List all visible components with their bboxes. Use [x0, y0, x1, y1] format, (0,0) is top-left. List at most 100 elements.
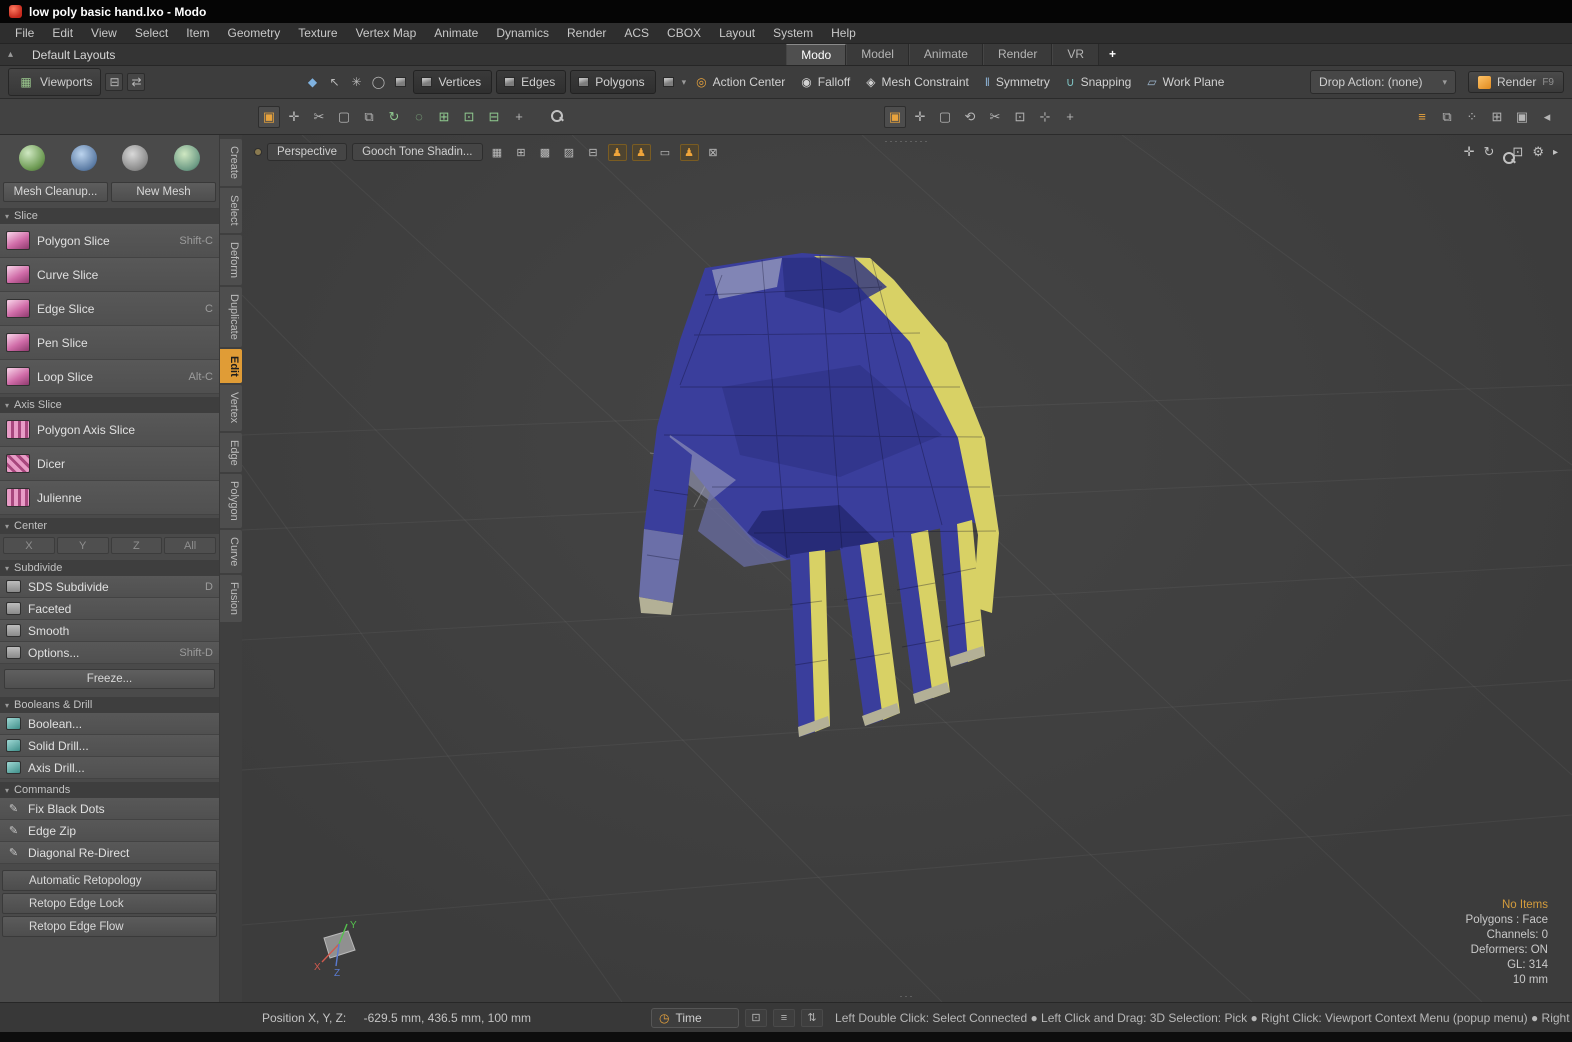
paint-select-icon[interactable]: ✳: [347, 73, 365, 91]
move-tool-icon[interactable]: ✛: [283, 106, 305, 128]
element-move-tool-icon[interactable]: [12, 139, 52, 177]
menu-cbox[interactable]: CBOX: [658, 24, 710, 42]
ghost-mode-icon[interactable]: ▣: [258, 105, 280, 128]
expand-arrow-icon[interactable]: ▸: [1553, 147, 1558, 158]
show-items-icon[interactable]: ♟: [607, 143, 627, 161]
tool-axis-drill[interactable]: Axis Drill...: [0, 757, 219, 779]
item-select-icon[interactable]: [660, 73, 678, 91]
tab-duplicate[interactable]: Duplicate: [220, 286, 242, 347]
viewport-splitter-handle-bottom[interactable]: ···: [900, 991, 915, 1001]
menu-layout[interactable]: Layout: [710, 24, 764, 42]
add-tool-icon[interactable]: +: [508, 106, 530, 128]
mode-dropdown-icon[interactable]: ▾: [682, 77, 687, 88]
tab-curve[interactable]: Curve: [220, 529, 242, 574]
work-plane-button[interactable]: ▱ Work Plane: [1141, 71, 1230, 93]
cut-tool-2-icon[interactable]: ✂: [984, 106, 1006, 128]
target-tool-icon[interactable]: ⊹: [1034, 106, 1056, 128]
zoom-region-icon[interactable]: [546, 106, 568, 128]
menu-animate[interactable]: Animate: [425, 24, 487, 42]
mesh-cleanup-button[interactable]: Mesh Cleanup...: [3, 182, 108, 202]
tool-subdivide-options[interactable]: Options... Shift-D: [0, 642, 219, 664]
center-all-button[interactable]: All: [164, 537, 216, 554]
frame-tool-icon[interactable]: ▢: [934, 106, 956, 128]
sculpt-tool-icon[interactable]: [115, 139, 155, 177]
expand-select-icon[interactable]: ⊞: [433, 106, 455, 128]
cube-mode-icon[interactable]: [391, 73, 409, 91]
tool-edge-zip[interactable]: ✎ Edge Zip: [0, 820, 219, 842]
lasso-select-icon[interactable]: ◯: [369, 73, 387, 91]
menu-vertex-map[interactable]: Vertex Map: [347, 24, 426, 42]
item-list-icon[interactable]: ≡: [1411, 106, 1433, 128]
tool-polygon-axis-slice[interactable]: Polygon Axis Slice: [0, 413, 219, 447]
tab-polygon[interactable]: Polygon: [220, 474, 242, 528]
tool-julienne[interactable]: Julienne: [0, 481, 219, 515]
menu-dynamics[interactable]: Dynamics: [487, 24, 558, 42]
timeline-expand-icon[interactable]: ⇅: [801, 1008, 824, 1027]
layout-tab-modo[interactable]: Modo: [786, 44, 847, 65]
rotate-tool-icon[interactable]: ⟲: [959, 106, 981, 128]
layout-tab-vr[interactable]: VR: [1052, 44, 1099, 65]
hide-none-icon[interactable]: ⊠: [704, 144, 723, 161]
time-button[interactable]: ◷ Time: [651, 1007, 740, 1028]
tab-deform[interactable]: Deform: [220, 234, 242, 285]
vertices-mode-button[interactable]: Vertices: [413, 70, 493, 94]
transform-tool-icon[interactable]: [64, 139, 104, 177]
dither-icon[interactable]: ▦: [488, 144, 507, 161]
grid-toggle-icon[interactable]: ⊞: [512, 144, 531, 161]
shading-mode-button[interactable]: Gooch Tone Shadin...: [352, 143, 483, 161]
shadow-toggle-icon[interactable]: ▨: [560, 144, 579, 161]
center-x-button[interactable]: X: [3, 537, 55, 554]
swap-view-icon[interactable]: ⇄: [127, 73, 146, 91]
viewport-menu-dot-icon[interactable]: [254, 148, 262, 156]
freeze-button[interactable]: Freeze...: [4, 669, 215, 689]
section-header-slice[interactable]: ▾ Slice: [0, 208, 219, 224]
grow-select-icon[interactable]: ⊡: [458, 106, 480, 128]
center-y-button[interactable]: Y: [56, 537, 109, 554]
section-header-booleans[interactable]: ▾ Booleans & Drill: [0, 697, 219, 713]
tool-dicer[interactable]: Dicer: [0, 447, 219, 481]
shrink-select-icon[interactable]: ⊟: [483, 106, 505, 128]
new-mesh-button[interactable]: New Mesh: [111, 182, 216, 202]
menu-system[interactable]: System: [764, 24, 822, 42]
menu-help[interactable]: Help: [822, 24, 865, 42]
menu-acs[interactable]: ACS: [615, 24, 658, 42]
orbit-icon[interactable]: ↻: [1484, 144, 1495, 160]
image-viewer-icon[interactable]: ⊞: [1486, 106, 1508, 128]
ghost-mode-2-icon[interactable]: ▣: [884, 105, 906, 128]
edges-mode-button[interactable]: Edges: [496, 70, 567, 94]
automatic-retopology-button[interactable]: Automatic Retopology: [2, 870, 217, 891]
ring-tool-icon[interactable]: ◌: [408, 106, 430, 128]
show-selected-icon[interactable]: ♟: [679, 143, 699, 161]
menu-select[interactable]: Select: [126, 24, 177, 42]
expand-panel-icon[interactable]: ◂: [1536, 106, 1558, 128]
layout-tab-animate[interactable]: Animate: [908, 44, 983, 65]
falloff-button[interactable]: ◉ Falloff: [795, 71, 856, 93]
viewport-splitter-handle[interactable]: ·········: [885, 136, 930, 146]
camera-tool-icon[interactable]: ⊡: [1009, 106, 1031, 128]
render-button[interactable]: Render F9: [1467, 71, 1564, 93]
tool-loop-slice[interactable]: Loop Slice Alt-C: [0, 360, 219, 394]
section-header-axis-slice[interactable]: ▾ Axis Slice: [0, 397, 219, 413]
tab-vertex[interactable]: Vertex: [220, 385, 242, 431]
polygons-mode-button[interactable]: Polygons: [570, 70, 656, 94]
wireframe-toggle-icon[interactable]: ▩: [536, 144, 555, 161]
tool-faceted[interactable]: Faceted: [0, 598, 219, 620]
add-layout-tab-button[interactable]: +: [1098, 44, 1126, 65]
items-mode-icon[interactable]: ◆: [303, 73, 321, 91]
layout-tab-model[interactable]: Model: [846, 44, 909, 65]
tool-edge-slice[interactable]: Edge Slice C: [0, 292, 219, 326]
tool-fix-black-dots[interactable]: ✎ Fix Black Dots: [0, 798, 219, 820]
section-header-subdivide[interactable]: ▾ Subdivide: [0, 560, 219, 576]
menu-geometry[interactable]: Geometry: [219, 24, 290, 42]
retopo-edge-flow-button[interactable]: Retopo Edge Flow: [2, 916, 217, 937]
thumbnail-grid-icon[interactable]: ⁘: [1461, 106, 1483, 128]
camera-view-button[interactable]: Perspective: [267, 143, 348, 161]
symmetry-button[interactable]: ‖ Symmetry: [979, 71, 1056, 93]
menu-render[interactable]: Render: [558, 24, 615, 42]
menu-item[interactable]: Item: [177, 24, 218, 42]
tool-boolean[interactable]: Boolean...: [0, 713, 219, 735]
element-push-tool-icon[interactable]: [167, 139, 207, 177]
tab-edge[interactable]: Edge: [220, 432, 242, 473]
menu-edit[interactable]: Edit: [43, 24, 82, 42]
tool-diagonal-redirect[interactable]: ✎ Diagonal Re-Direct: [0, 842, 219, 864]
